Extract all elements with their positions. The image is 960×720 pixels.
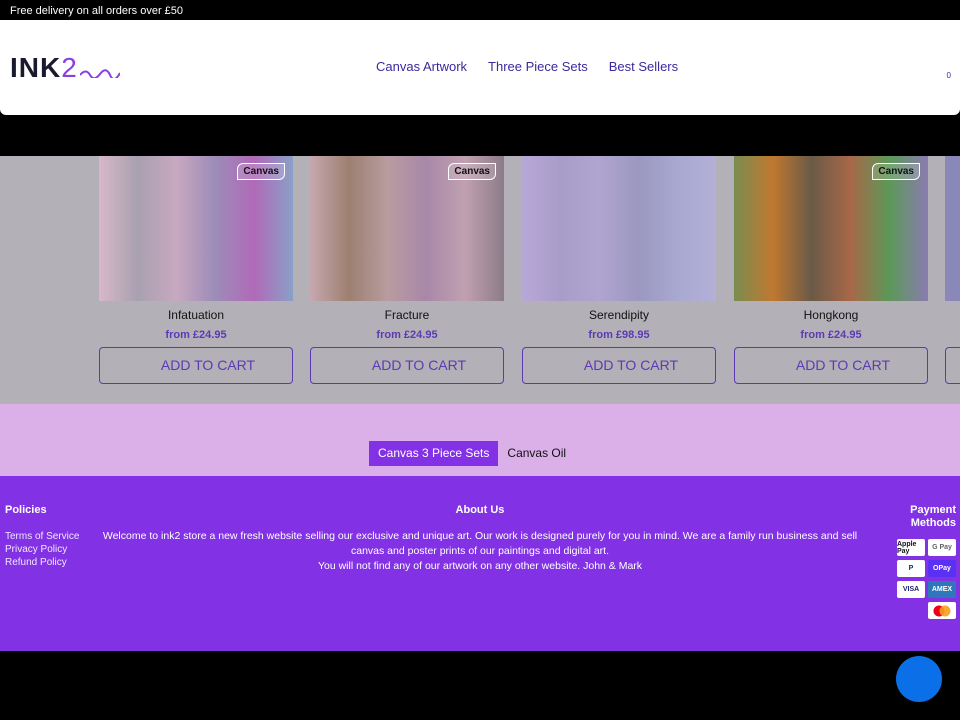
product-card[interactable]: Canvas Infatuation from £24.95 ADD TO CA… bbox=[99, 156, 293, 384]
announcement-bar: Free delivery on all orders over £50 bbox=[0, 0, 960, 20]
product-price: from £24.95 bbox=[800, 329, 862, 341]
policies-heading: Policies bbox=[5, 504, 47, 516]
terms-of-service-link[interactable]: Terms of Service bbox=[5, 530, 85, 543]
product-image[interactable]: Canvas bbox=[734, 156, 928, 301]
paypal-icon: P bbox=[897, 560, 925, 577]
privacy-policy-link[interactable]: Privacy Policy bbox=[5, 543, 85, 556]
collection-tabs: Canvas 3 Piece Sets Canvas Oil bbox=[369, 441, 575, 466]
collection-tabs-section: Canvas 3 Piece Sets Canvas Oil bbox=[0, 404, 960, 476]
mastercard-logo-icon bbox=[933, 605, 951, 616]
add-to-cart-button[interactable]: ADD TO CART bbox=[99, 347, 293, 384]
main-nav: Canvas Artwork Three Piece Sets Best Sel… bbox=[376, 59, 678, 74]
product-card[interactable]: Serendipity from £98.95 ADD TO CART bbox=[522, 156, 716, 384]
apple-pay-icon: Apple Pay bbox=[897, 539, 925, 556]
nav-canvas-artwork[interactable]: Canvas Artwork bbox=[376, 59, 467, 74]
product-card-partial[interactable] bbox=[945, 156, 960, 384]
site-header: INK2 Canvas Artwork Three Piece Sets Bes… bbox=[0, 20, 960, 115]
product-carousel: Canvas Infatuation from £24.95 ADD TO CA… bbox=[0, 156, 960, 404]
visa-icon: VISA bbox=[897, 581, 925, 598]
payment-heading: Payment Methods bbox=[910, 504, 956, 529]
page-bottom bbox=[0, 651, 960, 720]
tab-canvas-3-piece-sets[interactable]: Canvas 3 Piece Sets bbox=[369, 441, 499, 466]
nav-three-piece-sets[interactable]: Three Piece Sets bbox=[488, 59, 588, 74]
product-price: from £24.95 bbox=[165, 329, 227, 341]
footer-payment-methods: Payment Methods Apple Pay G Pay P OPay V… bbox=[892, 504, 956, 619]
product-title[interactable] bbox=[945, 308, 960, 322]
section-divider bbox=[0, 115, 960, 156]
nav-best-sellers[interactable]: Best Sellers bbox=[609, 59, 678, 74]
product-title[interactable]: Hongkong bbox=[734, 308, 928, 322]
product-price: from £24.95 bbox=[376, 329, 438, 341]
chat-widget-button[interactable] bbox=[896, 656, 942, 702]
add-to-cart-button[interactable]: ADD TO CART bbox=[522, 347, 716, 384]
tab-canvas-oil[interactable]: Canvas Oil bbox=[498, 441, 575, 466]
logo-swash-icon bbox=[79, 69, 120, 78]
footer-policies: Policies Terms of Service Privacy Policy… bbox=[5, 504, 85, 569]
footer-about: About Us Welcome to ink2 store a new fre… bbox=[90, 504, 870, 574]
product-title[interactable]: Serendipity bbox=[522, 308, 716, 322]
product-badge: Canvas bbox=[237, 163, 285, 180]
add-to-cart-button[interactable] bbox=[945, 347, 960, 384]
product-card[interactable]: Canvas Hongkong from £24.95 ADD TO CART bbox=[734, 156, 928, 384]
google-pay-icon: G Pay bbox=[928, 539, 956, 556]
product-price: from £98.95 bbox=[588, 329, 650, 341]
product-badge: Canvas bbox=[872, 163, 920, 180]
mastercard-icon bbox=[928, 602, 956, 619]
amex-icon: AMEX bbox=[928, 581, 956, 598]
product-image[interactable]: Canvas bbox=[99, 156, 293, 301]
product-image[interactable] bbox=[522, 156, 716, 301]
site-footer: Policies Terms of Service Privacy Policy… bbox=[0, 476, 960, 651]
store-logo[interactable]: INK2 bbox=[10, 52, 120, 82]
add-to-cart-button[interactable]: ADD TO CART bbox=[310, 347, 504, 384]
product-badge: Canvas bbox=[448, 163, 496, 180]
about-heading: About Us bbox=[455, 504, 505, 516]
product-card[interactable]: Canvas Fracture from £24.95 ADD TO CART bbox=[310, 156, 504, 384]
payment-icons: Apple Pay G Pay P OPay VISA AMEX bbox=[892, 539, 956, 619]
announcement-text: Free delivery on all orders over £50 bbox=[10, 5, 184, 17]
logo-accent-text: 2 bbox=[61, 52, 78, 83]
about-text-signoff: You will not find any of our artwork on … bbox=[317, 560, 643, 572]
cart-count-badge[interactable]: 0 bbox=[947, 71, 951, 80]
logo-main-text: INK bbox=[10, 52, 62, 83]
product-title[interactable]: Fracture bbox=[310, 308, 504, 322]
product-title[interactable]: Infatuation bbox=[99, 308, 293, 322]
opay-icon: OPay bbox=[928, 560, 956, 577]
add-to-cart-button[interactable]: ADD TO CART bbox=[734, 347, 928, 384]
product-price bbox=[945, 329, 960, 341]
about-text: Welcome to ink2 store a new fresh websit… bbox=[102, 530, 858, 557]
product-image[interactable] bbox=[945, 156, 960, 301]
logo-wordmark: INK2 bbox=[10, 54, 78, 82]
product-image[interactable]: Canvas bbox=[310, 156, 504, 301]
refund-policy-link[interactable]: Refund Policy bbox=[5, 556, 85, 569]
payment-spacer bbox=[897, 602, 925, 619]
